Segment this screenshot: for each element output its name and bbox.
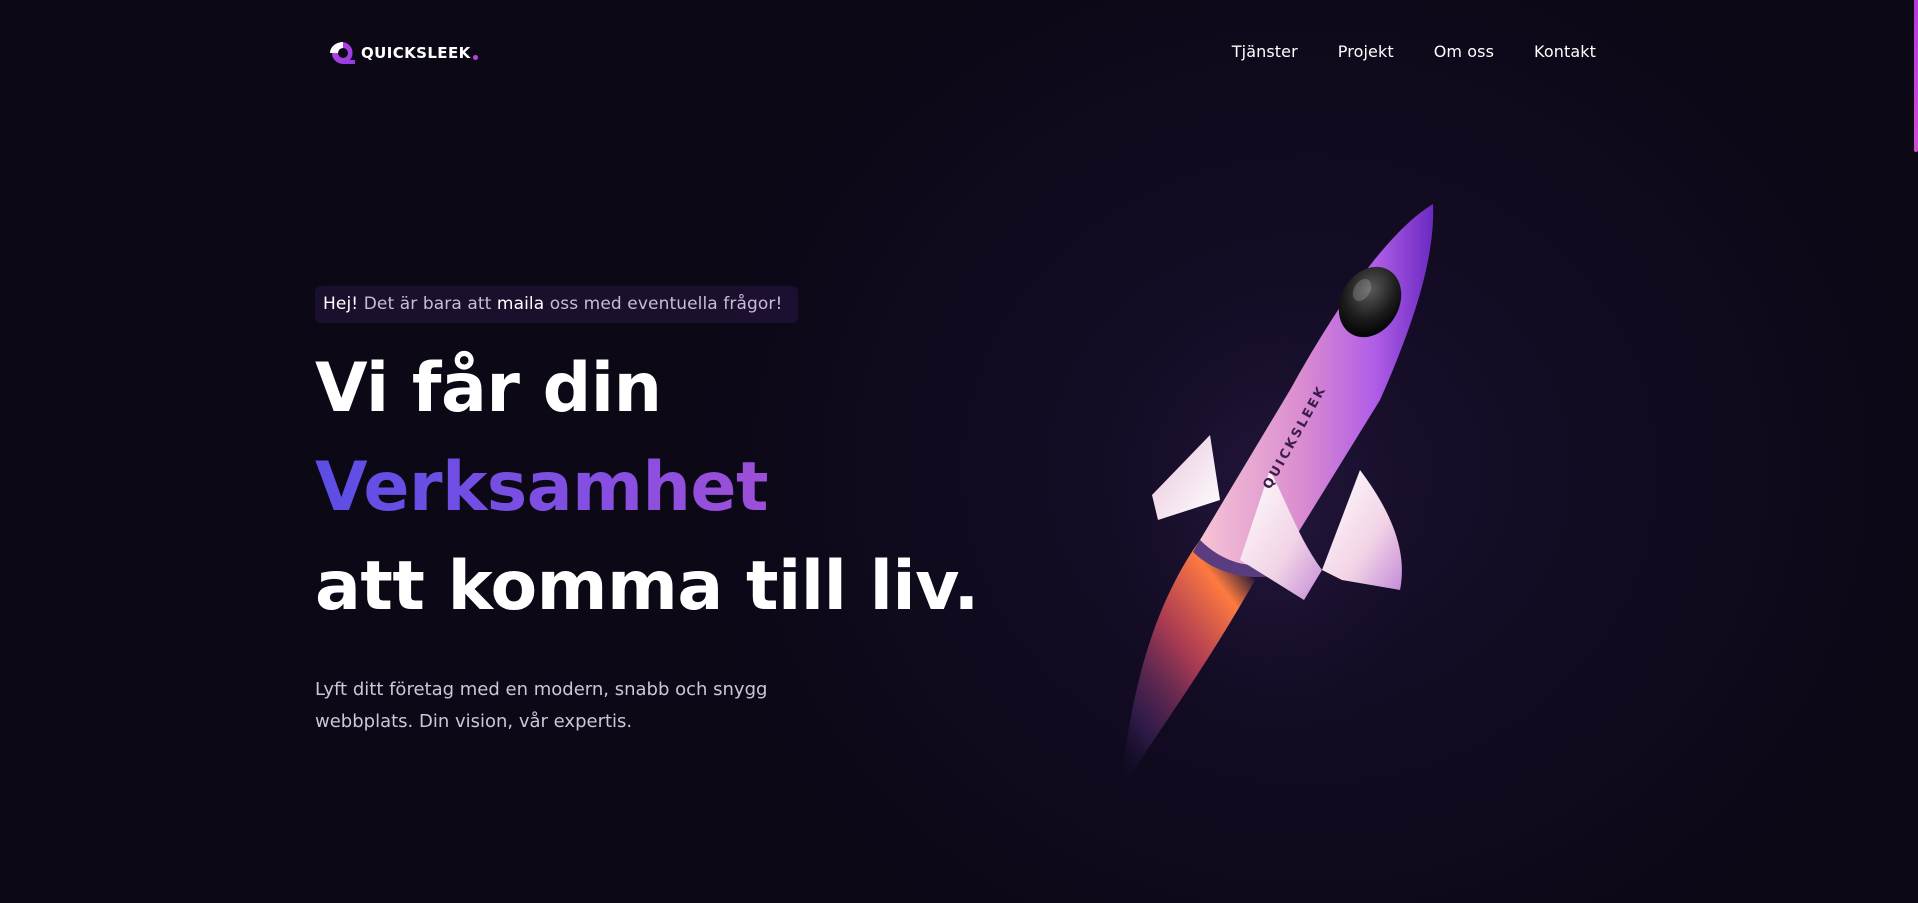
headline-line-3: att komma till liv. — [315, 547, 979, 626]
logo-q-icon — [330, 42, 355, 64]
pill-greeting: Hej! — [323, 294, 359, 314]
contact-pill: Hej! Det är bara att maila oss med event… — [315, 286, 799, 323]
nav-item-projekt[interactable]: Projekt — [1338, 42, 1394, 61]
site-header: QUICKSLEEK Tjänster Projekt Om oss Konta… — [0, 0, 1918, 110]
rocket-icon: QUICKSLEEK — [1080, 204, 1460, 790]
rocket-illustration: QUICKSLEEK — [1080, 190, 1460, 810]
hero-subtext: Lyft ditt företag med en modern, snabb o… — [315, 679, 768, 732]
nav-item-tjanster[interactable]: Tjänster — [1232, 42, 1298, 61]
headline-line-2: Verksamhet — [315, 438, 1015, 537]
pill-text-before: Det är bara att — [358, 294, 497, 314]
headline-line-1: Vi får din — [315, 349, 662, 428]
hero-section: Hej! Det är bara att maila oss med event… — [315, 286, 1015, 756]
logo[interactable]: QUICKSLEEK — [327, 38, 478, 68]
main-nav: Tjänster Projekt Om oss Kontakt — [1232, 42, 1596, 61]
mail-link[interactable]: maila — [497, 294, 544, 314]
scrollbar-thumb[interactable] — [1914, 0, 1918, 152]
nav-item-kontakt[interactable]: Kontakt — [1534, 42, 1596, 61]
pill-text-after: oss med eventuella frågor! — [544, 294, 783, 314]
nav-item-om-oss[interactable]: Om oss — [1434, 42, 1494, 61]
hero-headline: Vi får din Verksamhet att komma till liv… — [315, 339, 1015, 636]
logo-text: QUICKSLEEK — [361, 44, 471, 62]
logo-dot — [472, 54, 478, 60]
